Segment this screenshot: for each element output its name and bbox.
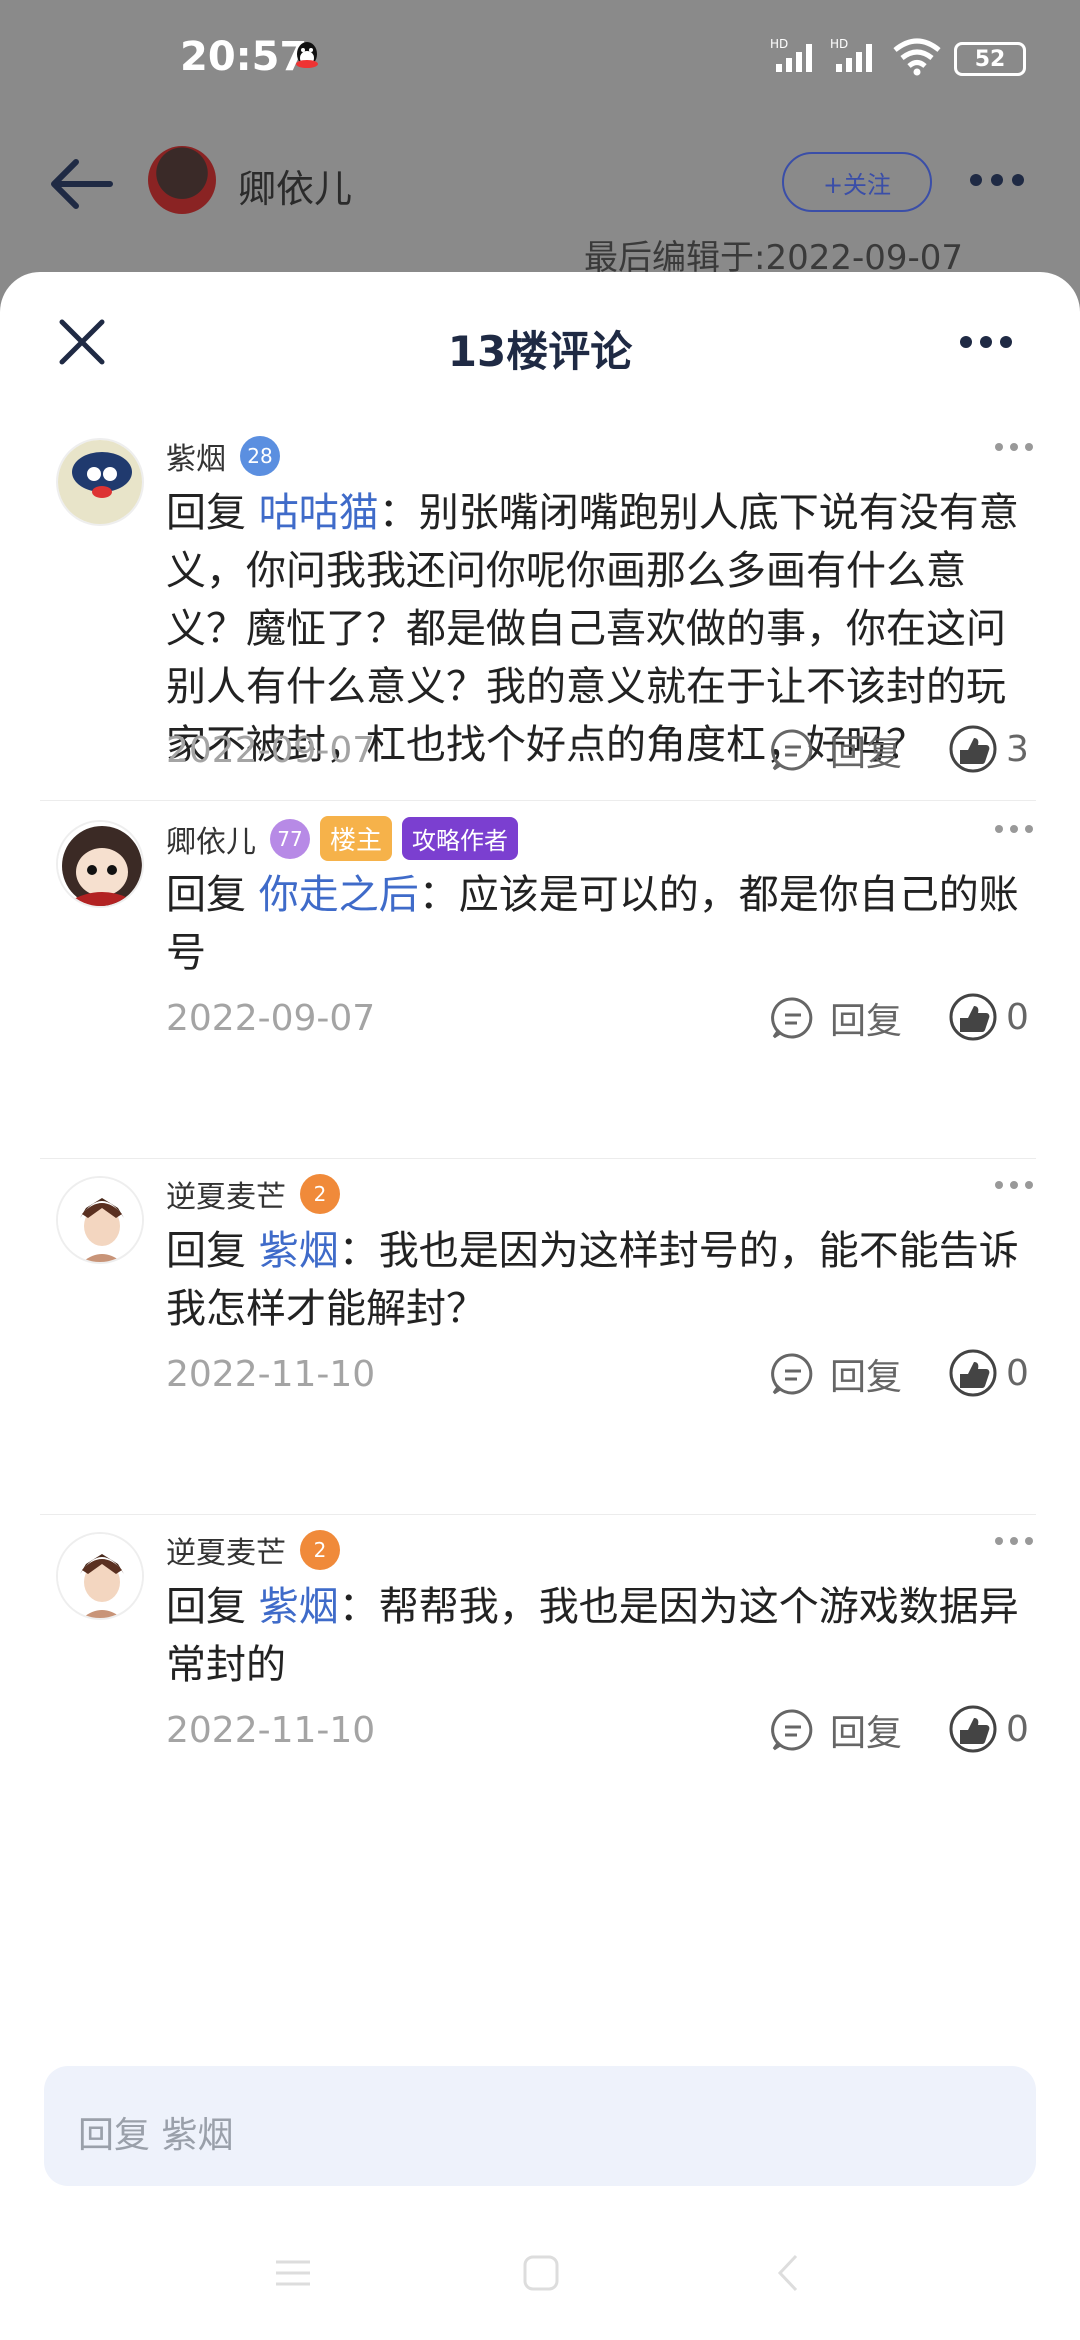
comment-item: 逆夏麦芒 2 回复 紫烟：我也是因为这样封号的，能不能告诉我怎样才能解封？ 20… bbox=[0, 1160, 1080, 1516]
author-badge: 攻略作者 bbox=[402, 817, 519, 860]
reply-icon bbox=[771, 1353, 813, 1395]
signal-icon: HD bbox=[770, 37, 812, 72]
avatar-image bbox=[58, 822, 142, 906]
reply-label: 回复 bbox=[830, 1713, 903, 1754]
reply-target[interactable]: 你走之后 bbox=[259, 872, 419, 918]
sheet-title: 13楼评论 bbox=[447, 327, 633, 376]
signal-icon-2: HD bbox=[830, 37, 872, 72]
comment-sheet: 13楼评论 紫烟 28 回复 咕咕猫：别张嘴闭嘴跑别人底下说有没有意义，你问我我… bbox=[0, 272, 1080, 2340]
reply-prefix: 回复 bbox=[166, 872, 246, 918]
username-row: 逆夏麦芒 2 bbox=[166, 1528, 340, 1572]
username-row: 逆夏麦芒 2 bbox=[166, 1172, 340, 1216]
more-icon[interactable] bbox=[958, 334, 1014, 350]
reply-icon bbox=[771, 1709, 813, 1751]
reply-label: 回复 bbox=[830, 733, 903, 774]
level-badge: 28 bbox=[240, 436, 280, 476]
reply-prefix: 回复 bbox=[166, 1228, 246, 1274]
post-header: 卿依儿 +关注 bbox=[0, 130, 1080, 240]
reply-label: 回复 bbox=[830, 1001, 903, 1042]
sheet-header: 13楼评论 bbox=[0, 272, 1080, 412]
svg-text:HD: HD bbox=[770, 37, 788, 51]
follow-button[interactable]: +关注 bbox=[782, 152, 932, 212]
home-nav-icon[interactable] bbox=[520, 2252, 562, 2294]
username[interactable]: 逆夏麦芒 bbox=[166, 1172, 286, 1216]
username[interactable]: 卿依儿 bbox=[166, 817, 256, 861]
comment-menu-icon[interactable] bbox=[994, 1536, 1034, 1546]
reply-input-placeholder: 回复 紫烟 bbox=[78, 2115, 234, 2156]
reply-target[interactable]: 紫烟 bbox=[259, 1228, 339, 1274]
status-bar: 20:57 HD HD 52 bbox=[0, 0, 1080, 120]
comment-item: 紫烟 28 回复 咕咕猫：别张嘴闭嘴跑别人底下说有没有意义，你问我我还问你呢你画… bbox=[0, 422, 1080, 802]
level-badge: 2 bbox=[300, 1174, 340, 1214]
reply-button[interactable]: 回复 bbox=[770, 1704, 902, 1756]
username-row: 卿依儿 77 楼主 攻略作者 bbox=[166, 816, 519, 861]
reply-input[interactable]: 回复 紫烟 bbox=[44, 2066, 1036, 2186]
comment-text: 回复 你走之后：应该是可以的，都是你自己的账号 bbox=[166, 866, 1026, 982]
back-nav-icon[interactable] bbox=[768, 2252, 810, 2294]
clock: 20:57 bbox=[180, 34, 308, 80]
battery-level: 52 bbox=[974, 46, 1006, 72]
avatar-image bbox=[58, 1534, 142, 1618]
divider bbox=[40, 1514, 1036, 1515]
like-button[interactable]: 0 bbox=[948, 1348, 1029, 1398]
comment-menu-icon[interactable] bbox=[994, 1180, 1034, 1190]
reply-target[interactable]: 咕咕猫 bbox=[259, 490, 379, 536]
reply-button[interactable]: 回复 bbox=[770, 992, 902, 1044]
like-button[interactable]: 0 bbox=[948, 992, 1029, 1042]
thumbs-up-icon bbox=[949, 725, 997, 773]
like-count: 3 bbox=[1006, 728, 1029, 770]
menu-nav-icon[interactable] bbox=[272, 2252, 314, 2294]
more-icon[interactable] bbox=[968, 172, 1026, 188]
reply-prefix: 回复 bbox=[166, 1584, 246, 1630]
level-badge: 2 bbox=[300, 1530, 340, 1570]
owner-badge: 楼主 bbox=[320, 816, 393, 861]
comment-date: 2022-09-07 bbox=[166, 998, 376, 1039]
comment-item: 逆夏麦芒 2 回复 紫烟：帮帮我，我也是因为这个游戏数据异常封的 2022-11… bbox=[0, 1516, 1080, 1816]
qq-icon bbox=[296, 42, 318, 68]
thumbs-up-icon bbox=[949, 1705, 997, 1753]
like-button[interactable]: 0 bbox=[948, 1704, 1029, 1754]
username[interactable]: 紫烟 bbox=[166, 434, 226, 478]
like-count: 0 bbox=[1006, 1352, 1029, 1394]
svg-text:HD: HD bbox=[830, 37, 848, 51]
divider bbox=[40, 800, 1036, 801]
avatar[interactable] bbox=[56, 820, 144, 908]
username-row: 紫烟 28 bbox=[166, 434, 280, 478]
comment-text: 回复 紫烟：帮帮我，我也是因为这个游戏数据异常封的 bbox=[166, 1578, 1026, 1694]
author-name[interactable]: 卿依儿 bbox=[238, 158, 352, 213]
thumbs-up-icon bbox=[949, 1349, 997, 1397]
comment-date: 2022-11-10 bbox=[166, 1710, 376, 1751]
like-count: 0 bbox=[1006, 1708, 1029, 1750]
reply-target[interactable]: 紫烟 bbox=[259, 1584, 339, 1630]
avatar-image bbox=[58, 440, 142, 524]
divider bbox=[40, 1158, 1036, 1159]
comment-date: 2022-09-07 bbox=[166, 730, 376, 771]
level-badge: 77 bbox=[270, 818, 310, 859]
author-avatar[interactable] bbox=[148, 146, 216, 214]
avatar-image bbox=[58, 1178, 142, 1262]
reply-button[interactable]: 回复 bbox=[770, 1348, 902, 1400]
reply-icon bbox=[771, 729, 813, 771]
comment-item: 卿依儿 77 楼主 攻略作者 回复 你走之后：应该是可以的，都是你自己的账号 2… bbox=[0, 804, 1080, 1160]
reply-label: 回复 bbox=[830, 1357, 903, 1398]
like-button[interactable]: 3 bbox=[948, 724, 1029, 774]
reply-prefix: 回复 bbox=[166, 490, 246, 536]
reply-icon bbox=[771, 997, 813, 1039]
system-nav-bar bbox=[0, 2252, 1080, 2332]
comment-menu-icon[interactable] bbox=[994, 824, 1034, 834]
comment-date: 2022-11-10 bbox=[166, 1354, 376, 1395]
wifi-icon bbox=[893, 38, 941, 76]
back-arrow-icon[interactable] bbox=[48, 156, 114, 212]
comment-text: 回复 紫烟：我也是因为这样封号的，能不能告诉我怎样才能解封？ bbox=[166, 1222, 1026, 1338]
username[interactable]: 逆夏麦芒 bbox=[166, 1528, 286, 1572]
reply-button[interactable]: 回复 bbox=[770, 724, 902, 776]
battery-icon: 52 bbox=[954, 42, 1026, 76]
avatar[interactable] bbox=[56, 1176, 144, 1264]
avatar[interactable] bbox=[56, 1532, 144, 1620]
comment-menu-icon[interactable] bbox=[994, 442, 1034, 452]
like-count: 0 bbox=[1006, 996, 1029, 1038]
thumbs-up-icon bbox=[949, 993, 997, 1041]
avatar[interactable] bbox=[56, 438, 144, 526]
